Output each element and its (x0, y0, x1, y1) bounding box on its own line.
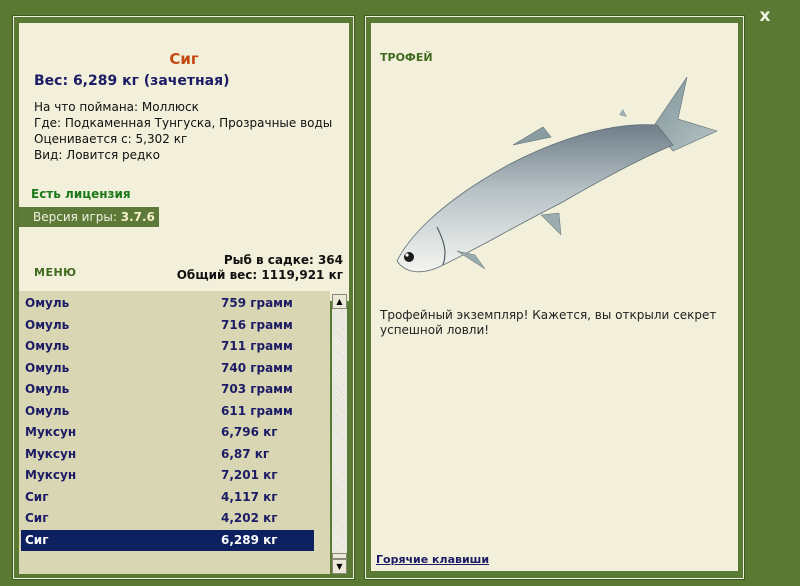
catch-fish-weight: 759 грамм (221, 296, 293, 310)
version-label: Версия игры: (33, 210, 117, 224)
catch-fish-name: Муксун (25, 446, 77, 461)
catch-list-row[interactable]: Сиг 4,202 кг (21, 508, 314, 529)
catch-fish-weight: 611 грамм (221, 403, 293, 418)
catch-fish-weight: 716 грамм (221, 317, 293, 332)
license-status: Есть лицензия (31, 187, 131, 201)
catch-fish-weight: 4,202 кг (221, 511, 278, 525)
catch-fish-name: Омуль (25, 360, 70, 375)
fish-info-area: Сиг Вес: 6,289 кг (зачетная) На что пойм… (19, 23, 349, 301)
scroll-down-button[interactable]: ▼ (332, 559, 347, 574)
catch-fish-name: Омуль (25, 382, 70, 396)
catch-list-row[interactable]: Муксун 6,87 кг (21, 444, 314, 465)
fish-details: На что поймана: Моллюск Где: Подкаменная… (34, 99, 334, 163)
fish-info-panel: Сиг Вес: 6,289 кг (зачетная) На что пойм… (12, 15, 355, 580)
catch-fish-name: Муксун (25, 425, 77, 439)
kind-text: Вид: Ловится редко (34, 148, 160, 162)
catch-fish-weight: 7,201 кг (221, 468, 278, 482)
cage-stats: Рыб в садке: 364 Общий вес: 1119,921 кг (177, 253, 343, 283)
place-text: Где: Подкаменная Тунгуска, Прозрачные во… (34, 116, 333, 130)
catch-fish-weight: 4,117 кг (221, 489, 278, 504)
catch-list-row[interactable]: Омуль 711 грамм (21, 336, 314, 357)
trophy-text: Трофейный экземпляр! Кажется, вы открыли… (380, 308, 717, 337)
fish-count: Рыб в садке: 364 (223, 253, 343, 267)
catch-fish-name: Сиг (25, 489, 49, 504)
catch-fish-weight: 6,87 кг (221, 446, 270, 461)
scroll-up-button[interactable]: ▲ (332, 294, 347, 309)
total-weight: Общий вес: 1119,921 кг (176, 268, 343, 282)
value-text: Оценивается с: 5,302 кг (34, 132, 188, 146)
catch-list-row[interactable]: Сиг 6,289 кг (21, 529, 314, 551)
catch-fish-weight: 6,796 кг (221, 425, 278, 439)
hotkeys-link[interactable]: Горячие клавиши (376, 553, 489, 566)
catch-list[interactable]: Омуль 759 грамм Омуль 716 грамм Омуль 711 гра… (19, 291, 330, 574)
catch-list-row[interactable]: Омуль 759 грамм (21, 293, 314, 314)
catch-fish-weight: 740 грамм (221, 360, 293, 375)
trophy-area: ТРОФЕЙ Трофейный экземпляр! Кажется, вы … (371, 23, 738, 571)
catch-fish-name: Сиг (25, 532, 49, 547)
bait-text: На что поймана: Моллюск (34, 100, 199, 114)
catch-list-row[interactable]: Омуль 716 грамм (21, 315, 314, 336)
close-button[interactable]: x (755, 6, 775, 26)
catch-fish-weight: 703 грамм (221, 382, 293, 396)
fish-name: Сиг (169, 50, 199, 68)
catch-fish-weight: 6,289 кг (221, 532, 278, 547)
catch-fish-weight: 711 грамм (221, 339, 293, 353)
catch-fish-name: Омуль (25, 317, 70, 332)
catch-list-row[interactable]: Муксун 7,201 кг (21, 465, 314, 486)
catch-fish-name: Сиг (25, 511, 49, 525)
fish-weight: Вес: 6,289 кг (зачетная) (34, 73, 230, 89)
catch-list-row[interactable]: Сиг 4,117 кг (21, 487, 314, 508)
menu-button[interactable]: МЕНЮ (34, 266, 77, 279)
catch-fish-name: Омуль (25, 403, 70, 418)
version-bar: Версия игры: 3.7.6 (19, 207, 159, 227)
trophy-panel: ТРОФЕЙ Трофейный экземпляр! Кажется, вы … (364, 15, 745, 580)
catch-list-row[interactable]: Омуль 611 грамм (21, 401, 314, 422)
fish-image (396, 76, 718, 273)
catch-fish-name: Муксун (25, 468, 77, 482)
list-scrollbar[interactable]: ▲ ▼ (332, 294, 347, 574)
version-value: 3.7.6 (120, 210, 155, 224)
catch-list-row[interactable]: Омуль 703 грамм (21, 379, 314, 400)
catch-fish-name: Омуль (25, 339, 70, 353)
catch-fish-name: Омуль (25, 296, 70, 310)
catch-list-row[interactable]: Муксун 6,796 кг (21, 422, 314, 443)
catch-list-row[interactable]: Омуль 740 грамм (21, 358, 314, 379)
